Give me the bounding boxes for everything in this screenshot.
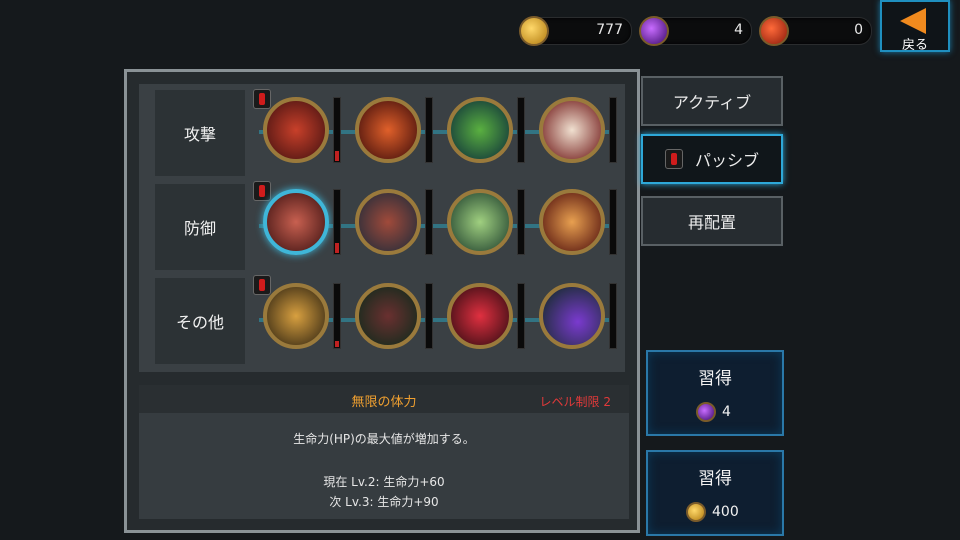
level-limit: レベル制限 2 — [539, 395, 611, 409]
skill-gauge — [517, 283, 525, 349]
skill-grid: 攻撃 防御 その他 — [139, 84, 625, 372]
alert-icon — [253, 181, 271, 201]
alert-icon — [253, 89, 271, 109]
skill-gauge — [425, 189, 433, 255]
learn-with-gem-button[interactable]: 習得 4 — [646, 350, 784, 436]
category-label-attack: 攻撃 — [155, 90, 245, 176]
tab-passive[interactable]: パッシブ — [641, 134, 783, 184]
skill-next-level: 次 Lv.3: 生命力+90 — [329, 495, 439, 509]
tab-passive-label: パッシブ — [694, 151, 759, 170]
purple-orb-skill-icon[interactable] — [539, 283, 605, 349]
purple-gem-icon — [696, 402, 716, 422]
skill-gauge — [609, 283, 617, 349]
red-medal-icon — [759, 16, 789, 46]
red-orb-skill-icon[interactable] — [447, 283, 513, 349]
skill-gauge — [333, 189, 341, 255]
gem-value: 4 — [734, 22, 743, 38]
skill-detail: 無限の体力 レベル制限 2 生命力(HP)の最大値が増加する。 現在 Lv.2:… — [139, 385, 629, 519]
teeth-skill-icon[interactable] — [539, 97, 605, 163]
skill-row-attack: 攻撃 — [139, 87, 625, 179]
medal-value: 0 — [854, 22, 863, 38]
alert-icon — [664, 149, 683, 169]
back-arrow-icon — [900, 8, 926, 34]
armor-ball-skill-icon[interactable] — [355, 189, 421, 255]
skill-gauge — [609, 189, 617, 255]
learn-gold-cost: 400 — [712, 504, 739, 520]
learn-with-gold-button[interactable]: 習得 400 — [646, 450, 784, 536]
learn-gem-label: 習得 — [698, 369, 732, 389]
skill-row-defense: 防御 — [139, 181, 625, 273]
skill-description: 生命力(HP)の最大値が増加する。 — [293, 432, 475, 446]
category-label-defense: 防御 — [155, 184, 245, 270]
tab-active[interactable]: アクティブ — [641, 76, 783, 126]
green-slash-skill-icon[interactable] — [447, 97, 513, 163]
skill-gauge — [425, 97, 433, 163]
red-claw-skill-icon[interactable] — [539, 189, 605, 255]
skill-current-level: 現在 Lv.2: 生命力+60 — [323, 475, 445, 489]
learn-gold-label: 習得 — [698, 469, 732, 489]
muscle-arm-skill-icon[interactable] — [263, 189, 329, 255]
fist-skill-icon[interactable] — [263, 97, 329, 163]
skill-gauge — [517, 97, 525, 163]
back-label: 戻る — [901, 38, 928, 53]
gold-coin-icon — [686, 502, 706, 522]
gem-counter: 4 — [639, 16, 752, 46]
gold-counter: 777 — [519, 16, 632, 46]
gold-coins-skill-icon[interactable] — [263, 283, 329, 349]
medal-counter: 0 — [759, 16, 872, 46]
gold-coin-icon — [519, 16, 549, 46]
flame-blade-skill-icon[interactable] — [355, 97, 421, 163]
learn-gem-cost: 4 — [722, 404, 731, 420]
skill-row-other: その他 — [139, 275, 625, 367]
purple-gem-icon — [639, 16, 669, 46]
cross-blades-skill-icon[interactable] — [447, 189, 513, 255]
skill-gauge — [425, 283, 433, 349]
skill-gauge — [609, 97, 617, 163]
tab-reset[interactable]: 再配置 — [641, 196, 783, 246]
category-label-other: その他 — [155, 278, 245, 364]
skull-skill-icon[interactable] — [355, 283, 421, 349]
skill-gauge — [517, 189, 525, 255]
skill-gauge — [333, 97, 341, 163]
gold-value: 777 — [596, 22, 623, 38]
tab-reset-label: 再配置 — [687, 213, 736, 232]
skill-gauge — [333, 283, 341, 349]
back-button[interactable]: 戻る — [880, 0, 950, 53]
tab-active-label: アクティブ — [672, 93, 752, 112]
alert-icon — [253, 275, 271, 295]
